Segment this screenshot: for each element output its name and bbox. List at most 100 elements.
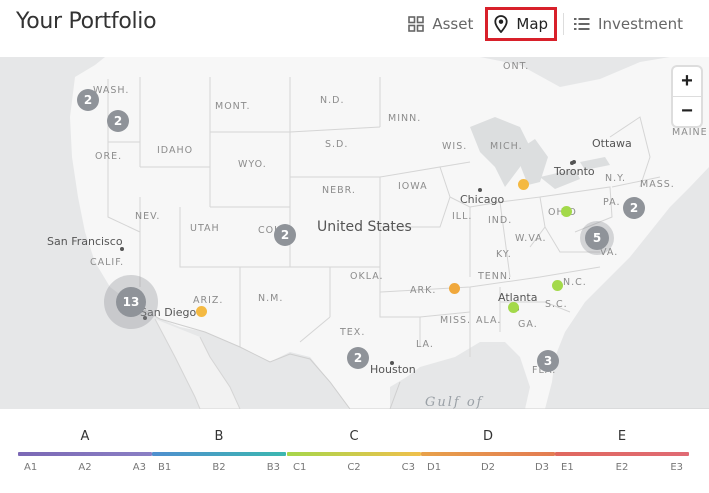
cluster-marker[interactable]: 5 (585, 226, 609, 250)
legend-color-bar (18, 452, 152, 456)
cluster-count: 2 (623, 197, 645, 219)
tab-investment-label: Investment (598, 15, 683, 33)
city-atlanta: Atlanta (498, 291, 538, 304)
label-okla: OKLA. (350, 271, 384, 282)
asset-pin[interactable] (561, 206, 572, 217)
city-houston: Houston (370, 363, 416, 376)
cluster-marker[interactable]: 2 (107, 110, 129, 132)
asset-pin[interactable] (196, 306, 207, 317)
label-mass: MASS. (640, 179, 675, 190)
portfolio-map[interactable]: ONT. WASH. MONT. N.D. MINN. MAINE ORE. I… (0, 57, 709, 409)
label-utah: UTAH (190, 223, 220, 234)
list-icon (574, 18, 590, 30)
grid-icon (408, 16, 425, 32)
tab-map[interactable]: Map (485, 7, 558, 41)
legend-group-label: D (482, 429, 493, 444)
legend-sub-label: B3 (266, 462, 280, 473)
label-ont: ONT. (503, 61, 530, 72)
label-wis: WIS. (442, 141, 468, 152)
country-label: United States (317, 219, 412, 235)
legend-color-bar (555, 452, 689, 456)
cluster-marker[interactable]: 2 (77, 89, 99, 111)
legend-sub-label: D1 (427, 462, 442, 473)
zoom-out-button[interactable]: − (673, 96, 701, 126)
zoom-in-button[interactable]: + (673, 67, 701, 96)
cluster-marker[interactable]: 2 (623, 197, 645, 219)
asset-pin[interactable] (518, 179, 529, 190)
legend-group-c: C C1 C2 C3 (287, 429, 421, 473)
asset-pin[interactable] (552, 280, 563, 291)
legend: A A1 A2 A3 B B1 B2 B3 C C1 C2 C3 D D1 D2 D3 E E1… (0, 409, 709, 493)
cluster-count: 13 (116, 287, 146, 317)
tab-asset-label: Asset (432, 15, 474, 33)
cluster-count: 5 (585, 226, 609, 250)
location-pin-icon (494, 15, 508, 33)
cluster-marker[interactable]: 2 (274, 224, 296, 246)
label-tenn: TENN. (478, 271, 513, 282)
label-ga: GA. (518, 319, 538, 330)
water-label: Gulf of (425, 395, 484, 409)
legend-group-d: D D1 D2 D3 (421, 429, 555, 473)
label-ala: ALA. (476, 315, 502, 326)
label-tex: TEX. (340, 327, 366, 338)
city-ottawa: Ottawa (592, 137, 632, 150)
legend-sub-label: B1 (158, 462, 172, 473)
label-ky: KY. (496, 249, 512, 260)
legend-sub-label: E3 (670, 462, 683, 473)
label-maine: MAINE (672, 127, 708, 138)
label-nm: N.M. (258, 293, 284, 304)
cluster-count: 2 (107, 110, 129, 132)
cluster-marker[interactable]: 3 (537, 350, 559, 372)
label-ny: N.Y. (605, 173, 627, 184)
tab-divider (563, 13, 565, 35)
cluster-marker[interactable]: 13 (116, 287, 146, 317)
legend-color-bar (287, 452, 421, 456)
label-la: LA. (416, 339, 434, 350)
cluster-count: 2 (77, 89, 99, 111)
zoom-control: + − (673, 67, 701, 126)
legend-sub-label: A2 (78, 462, 92, 473)
cluster-count: 3 (537, 350, 559, 372)
label-mont: MONT. (215, 101, 251, 112)
label-ore: ORE. (95, 151, 123, 162)
legend-sub-label: E1 (561, 462, 574, 473)
legend-color-bar (421, 452, 555, 456)
asset-pin[interactable] (449, 283, 460, 294)
legend-group-e: E E1 E2 E3 (555, 429, 689, 473)
asset-pin[interactable] (508, 302, 519, 313)
label-wyo: WYO. (238, 159, 267, 170)
legend-color-bar (152, 452, 286, 456)
legend-group-label: A (80, 429, 90, 444)
label-wash: WASH. (93, 85, 130, 96)
page-title: Your Portfolio (16, 9, 157, 34)
tab-investment[interactable]: Investment (566, 9, 691, 39)
legend-group-label: C (349, 429, 359, 444)
legend-sub-label: D2 (480, 462, 496, 473)
cluster-marker[interactable]: 2 (347, 347, 369, 369)
label-miss: MISS. (440, 315, 472, 326)
legend-sub-label: E2 (615, 462, 629, 473)
tab-asset[interactable]: Asset (400, 9, 481, 39)
legend-sub-label: C1 (293, 462, 307, 473)
tab-map-label: Map (516, 15, 549, 33)
legend-sub-label: C2 (347, 462, 361, 473)
label-ill: ILL. (452, 211, 473, 222)
legend-group-a: A A1 A2 A3 (18, 429, 152, 473)
label-minn: MINN. (388, 113, 422, 124)
label-ark: ARK. (410, 285, 437, 296)
label-nc: N.C. (563, 277, 587, 288)
label-calif: CALIF. (90, 257, 125, 268)
label-ariz: ARIZ. (193, 295, 224, 306)
label-ind: IND. (488, 215, 513, 226)
city-chicago: Chicago (460, 193, 505, 206)
header: Your Portfolio Asset Map Investment (0, 0, 709, 57)
label-nd: N.D. (320, 95, 345, 106)
label-iowa: IOWA (398, 181, 428, 192)
legend-group-b: B B1 B2 B3 (152, 429, 286, 473)
label-sd: S.D. (325, 139, 349, 150)
legend-sub-label: A1 (24, 462, 38, 473)
view-tabs: Asset Map Investment (400, 7, 691, 41)
cluster-count: 2 (274, 224, 296, 246)
label-wva: W.VA. (515, 233, 547, 244)
label-pa: PA. (603, 197, 621, 208)
